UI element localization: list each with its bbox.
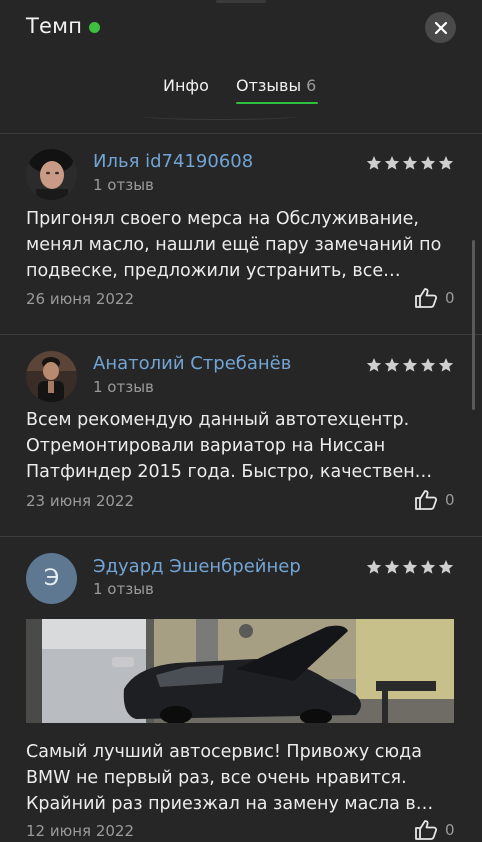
- review-count: 1 отзыв: [93, 580, 154, 598]
- review-text[interactable]: Пригонял своего мерса на Обслуживание, м…: [26, 206, 458, 284]
- close-button[interactable]: [425, 12, 456, 43]
- active-tab-indicator: [236, 102, 318, 104]
- likes-count: 0: [445, 289, 455, 307]
- like-button[interactable]: 0: [414, 819, 455, 841]
- header-shadow: [140, 112, 300, 120]
- tab-info[interactable]: Инфо: [163, 76, 209, 95]
- star-icon: [420, 560, 436, 574]
- review-divider: [0, 536, 482, 537]
- review-text[interactable]: Всем рекомендую данный автотехцентр. Отр…: [26, 407, 458, 485]
- user-photo: [26, 351, 77, 402]
- review-date: 26 июня 2022: [26, 290, 135, 308]
- rating-stars: [366, 155, 454, 171]
- likes-count: 0: [445, 821, 455, 839]
- star-icon: [366, 358, 382, 372]
- thumbs-up-icon: [415, 288, 438, 308]
- drag-handle[interactable]: [216, 0, 266, 3]
- avatar-letter: Э: [43, 566, 60, 591]
- star-icon: [402, 156, 418, 170]
- avatar[interactable]: [26, 149, 77, 200]
- like-button[interactable]: 0: [414, 287, 455, 309]
- review-photo[interactable]: [26, 619, 454, 723]
- title-row: Темп: [26, 14, 101, 38]
- tab-bar: Инфо Отзывы 6: [0, 74, 482, 104]
- avatar[interactable]: [26, 351, 77, 402]
- reviews-screen: Темп Инфо Отзывы 6 Илья id74190608 1 отз…: [0, 0, 482, 842]
- star-icon: [384, 358, 400, 372]
- star-icon: [366, 560, 382, 574]
- rating-stars: [366, 559, 454, 575]
- star-icon: [366, 156, 382, 170]
- rating-stars: [366, 357, 454, 373]
- scrollbar[interactable]: [472, 240, 475, 410]
- star-icon: [420, 358, 436, 372]
- likes-count: 0: [445, 491, 455, 509]
- thumbs-up-icon: [415, 490, 438, 510]
- review-date: 23 июня 2022: [26, 492, 135, 510]
- star-icon: [402, 560, 418, 574]
- tab-reviews-count: 6: [306, 76, 317, 95]
- review-count: 1 отзыв: [93, 176, 154, 194]
- header-divider: [0, 133, 482, 134]
- review-text[interactable]: Самый лучший автосервис! Привожу сюда BM…: [26, 739, 458, 817]
- tab-reviews-label: Отзывы: [236, 76, 302, 95]
- tab-reviews[interactable]: Отзывы 6: [236, 76, 316, 95]
- review-date: 12 июня 2022: [26, 822, 135, 840]
- avatar[interactable]: Э: [26, 553, 77, 604]
- like-button[interactable]: 0: [414, 489, 455, 511]
- star-icon: [438, 156, 454, 170]
- star-icon: [384, 156, 400, 170]
- header: Темп Инфо Отзывы 6: [0, 0, 482, 134]
- user-photo: [26, 149, 77, 200]
- star-icon: [384, 560, 400, 574]
- review-divider: [0, 334, 482, 335]
- review-author-link[interactable]: Анатолий Стребанёв: [93, 353, 291, 374]
- review-author-link[interactable]: Илья id74190608: [93, 151, 253, 172]
- thumbs-up-icon: [415, 820, 438, 840]
- page-title: Темп: [26, 14, 83, 38]
- star-icon: [402, 358, 418, 372]
- car-service-photo: [26, 619, 454, 723]
- online-status-dot: [89, 22, 101, 33]
- star-icon: [438, 560, 454, 574]
- star-icon: [438, 358, 454, 372]
- star-icon: [420, 156, 436, 170]
- close-icon: [434, 21, 447, 34]
- review-count: 1 отзыв: [93, 378, 154, 396]
- review-author-link[interactable]: Эдуард Эшенбрейнер: [93, 556, 301, 577]
